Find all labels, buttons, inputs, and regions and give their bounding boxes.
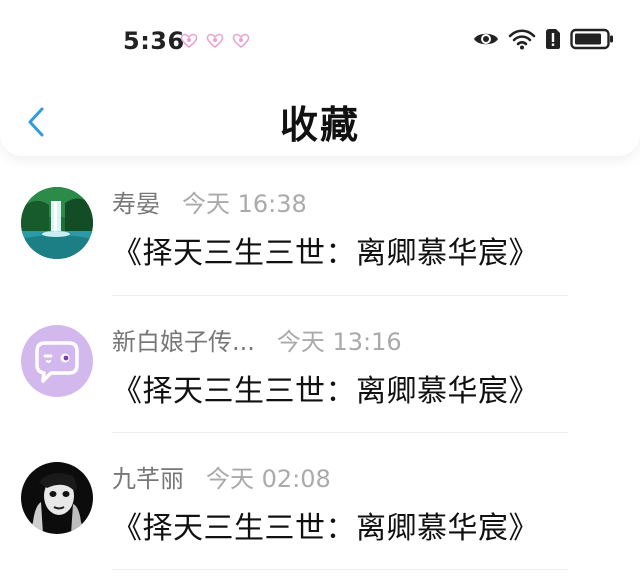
avatar[interactable] — [21, 325, 93, 397]
item-meta: 寿晏 今天 16:38 — [112, 184, 307, 219]
title-bar: 收藏 — [0, 84, 640, 156]
status-time: 5:36 — [123, 27, 185, 55]
item-meta: 新白娘子传... 今天 13:16 — [112, 322, 402, 357]
message-text: 《择天三生三世：离卿慕华宸》 — [112, 511, 539, 546]
heart-notification-icon — [180, 33, 198, 49]
avatar[interactable] — [21, 187, 93, 259]
dark-portrait-image — [21, 462, 93, 534]
list-item[interactable]: 寿晏 今天 16:38 《择天三生三世：离卿慕华宸》 — [0, 158, 640, 296]
list-item[interactable]: 九芊丽 今天 02:08 《择天三生三世：离卿慕华宸》 — [0, 433, 640, 570]
sender-name: 新白娘子传... — [112, 328, 255, 356]
message-text: 《择天三生三世：离卿慕华宸》 — [112, 374, 539, 409]
timestamp: 今天 13:16 — [276, 328, 402, 356]
timestamp: 今天 02:08 — [206, 465, 331, 493]
status-notification-icons — [180, 33, 250, 49]
item-meta: 九芊丽 今天 02:08 — [112, 459, 331, 494]
battery-icon — [570, 28, 613, 50]
eye-icon — [474, 33, 498, 45]
status-bar: 5:36 — [0, 0, 640, 84]
heart-notification-icon — [206, 33, 224, 49]
status-system-icons — [472, 28, 614, 50]
list-item[interactable]: 新白娘子传... 今天 13:16 《择天三生三世：离卿慕华宸》 — [0, 296, 640, 433]
sender-name: 寿晏 — [112, 190, 160, 218]
timestamp: 今天 16:38 — [182, 190, 307, 218]
sender-name: 九芊丽 — [112, 465, 184, 493]
waterfall-landscape-image — [21, 187, 93, 259]
favorites-list: 寿晏 今天 16:38 《择天三生三世：离卿慕华宸》 新白娘子传... 今天 1… — [0, 158, 640, 570]
message-text: 《择天三生三世：离卿慕华宸》 — [112, 236, 539, 271]
heart-notification-icon — [232, 33, 250, 49]
sim-alert-icon — [546, 29, 560, 49]
chat-bubble-face-icon — [21, 325, 93, 397]
wifi-icon — [508, 29, 536, 50]
avatar[interactable] — [21, 462, 93, 534]
divider — [112, 569, 568, 570]
page-title: 收藏 — [279, 103, 360, 147]
